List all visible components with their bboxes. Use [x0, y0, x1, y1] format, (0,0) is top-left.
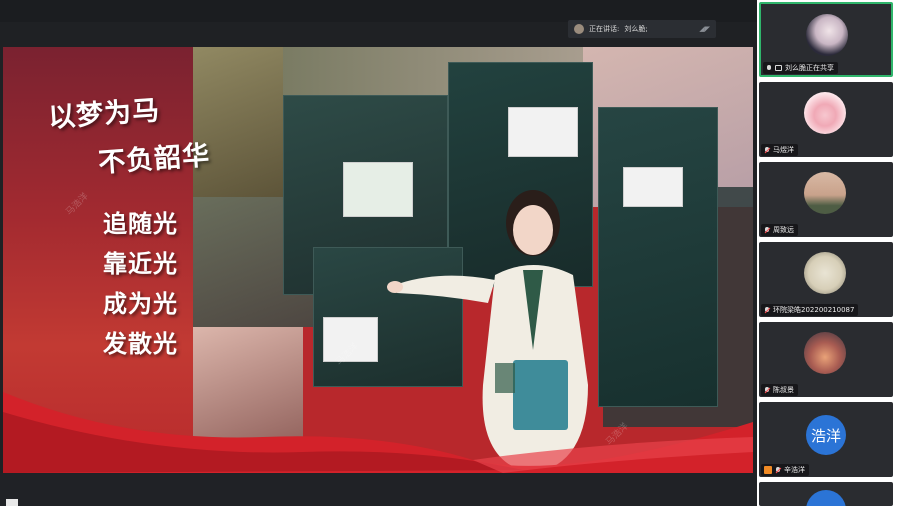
participant-name: 马煜洋: [773, 146, 794, 154]
poster-figure: [508, 107, 578, 157]
mic-muted-icon: [764, 386, 770, 394]
dusk-lights-avatar: [804, 332, 846, 374]
collage-photo: [193, 47, 283, 197]
speaker-avatar: [574, 24, 584, 34]
cartoon-pig-avatar: [804, 92, 846, 134]
participant-tile[interactable]: 陈叔景: [759, 322, 893, 397]
slogan-line-1: 以梦为马: [47, 95, 162, 134]
mic-muted-icon: [775, 466, 781, 474]
toolbar-icon[interactable]: [6, 499, 18, 506]
slogan-line-4: 靠近光: [103, 249, 178, 278]
photo-girl-avatar: [806, 14, 848, 56]
participant-tile[interactable]: [759, 482, 893, 506]
participant-label: 马煜洋: [761, 144, 798, 156]
participant-tile[interactable]: 环院梁皓202200210087: [759, 242, 893, 317]
participant-tile[interactable]: 浩洋 辛浩洋: [759, 402, 893, 477]
mic-muted-icon: [764, 226, 770, 234]
audio-wave-icon: ◢◤: [699, 25, 710, 33]
sunset-sky-avatar: [804, 172, 846, 214]
slogan-line-2: 不负韶华: [97, 140, 212, 179]
user-icon: [764, 466, 772, 474]
shared-slide: 以梦为马 不负韶华 追随光 靠近光 成为光 发散光 马浩洋 马浩洋 马浩洋: [3, 47, 753, 473]
participant-label: 刘么脆正在共享: [763, 62, 838, 74]
screen-share-icon: [775, 65, 782, 71]
share-top-bar: [0, 0, 757, 22]
participant-tile[interactable]: 马煜洋: [759, 82, 893, 157]
participant-tile[interactable]: 刘么脆正在共享: [759, 2, 893, 77]
speaker-name: 刘么脆;: [624, 25, 648, 33]
mic-muted-icon: [764, 146, 770, 154]
participant-label: 辛浩洋: [761, 464, 809, 476]
text-avatar: 浩洋: [806, 415, 846, 455]
participants-panel: 刘么脆正在共享 马煜洋 周致远 环院梁皓202200210087 陈叔景 浩洋 …: [757, 0, 900, 506]
mic-icon: [766, 64, 772, 72]
participant-label: 周致远: [761, 224, 798, 236]
participant-tile[interactable]: 周致远: [759, 162, 893, 237]
slogan-line-3: 追随光: [103, 209, 178, 238]
participant-name: 刘么脆正在共享: [785, 64, 834, 72]
speaking-indicator: 正在讲话: 刘么脆; ◢◤: [568, 20, 716, 38]
slogan-line-6: 发散光: [103, 329, 178, 358]
slogan-line-5: 成为光: [103, 289, 178, 318]
participant-name: 环院梁皓202200210087: [773, 306, 855, 314]
speaking-label: 正在讲话:: [589, 25, 620, 33]
clock-avatar: [804, 252, 846, 294]
participant-label: 陈叔景: [761, 384, 798, 396]
share-bottom-bar: [0, 473, 757, 506]
screen-share-area: 正在讲话: 刘么脆; ◢◤ 以梦为马 不负韶华 追随光 靠近光 成为光 发散光: [0, 0, 757, 506]
red-ribbon-decoration: [3, 392, 753, 473]
participant-name: 周致远: [773, 226, 794, 234]
participant-label: 环院梁皓202200210087: [761, 304, 859, 316]
participant-name: 陈叔景: [773, 386, 794, 394]
text-avatar: [806, 490, 846, 506]
mic-muted-icon: [764, 306, 770, 314]
participant-name: 辛浩洋: [784, 466, 805, 474]
